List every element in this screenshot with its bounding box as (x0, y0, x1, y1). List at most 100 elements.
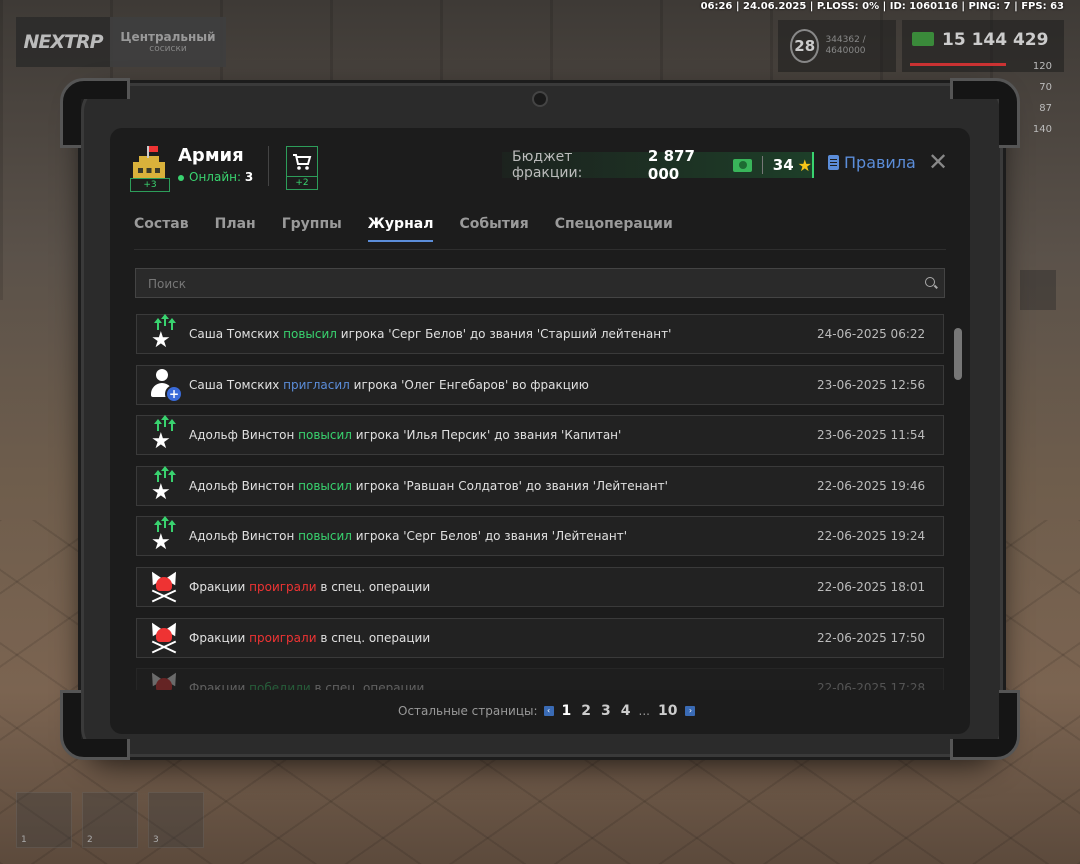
journal-date: 22-06-2025 18:01 (817, 579, 926, 594)
journal-row: ★ Адольф Винстон повысил игрока 'Серг Бел… (136, 516, 944, 557)
slot-number: 2 (87, 835, 93, 845)
tab-bar: Состав План Группы Журнал События Спецоп… (134, 216, 673, 242)
faction-panel: +3 Армия Онлайн: 3 +2 Бюджет фракции: 2 … (110, 128, 970, 734)
pagination: Остальные страницы: ‹ 1 2 3 4 ... 10 › (398, 703, 696, 719)
budget-value: 2 877 000 (647, 147, 695, 183)
tab-groups[interactable]: Группы (282, 216, 342, 242)
journal-row: ★ Саша Томских повысил игрока 'Серг Белов… (136, 314, 944, 354)
journal-detail: игрока 'Илья Персик' до звания 'Капитан' (351, 428, 622, 443)
faction-name: Армия (178, 145, 244, 166)
journal-actor: Саша Томских (189, 377, 284, 392)
status-bar: 06:26 | 24.06.2025 | P.LOSS: 0% | ID: 10… (700, 1, 1064, 12)
journal-text: Саша Томских повысил игрока 'Серг Белов'… (189, 327, 817, 341)
logo-text: NEXTRP (23, 31, 103, 53)
skull-icon (137, 668, 189, 690)
rank-up-icon: ★ (137, 415, 189, 455)
journal-actor: Адольф Винстон (189, 428, 299, 443)
inventory-slots: 1 2 3 (16, 792, 204, 848)
journal-date: 22-06-2025 17:50 (817, 630, 926, 645)
inventory-slot[interactable]: 1 (16, 792, 72, 848)
prev-page-icon[interactable]: ‹ (543, 706, 554, 716)
hud-stat: 120 (1032, 61, 1052, 72)
journal-action: пригласил (283, 377, 350, 392)
journal-action: проиграли (249, 579, 317, 594)
inventory-slot[interactable]: 3 (148, 792, 204, 848)
journal-actor: Фракции (189, 681, 250, 690)
tabs-divider (134, 249, 946, 250)
budget-label: Бюджет фракции: (512, 149, 583, 181)
inventory-slot[interactable]: 2 (82, 792, 138, 848)
server-logo: NEXTRP Центральный сосиски (16, 17, 226, 67)
journal-row: Фракции проиграли в спец. операции 22-06-… (136, 617, 944, 658)
journal-text: Адольф Винстон повысил игрока 'Илья Перс… (189, 428, 817, 442)
journal-text: Саша Томских пригласил игрока 'Олег Енге… (189, 378, 817, 392)
faction-online: Онлайн: 3 (178, 170, 253, 184)
money-value: 15 144 429 (942, 30, 1049, 50)
journal-actor: Фракции (189, 630, 250, 645)
page-link-last[interactable]: 10 (656, 703, 679, 719)
journal-row: Фракции проиграли в спец. операции 22-06-… (136, 566, 944, 607)
journal-detail: игрока 'Равшан Солдатов' до звания 'Лейт… (351, 478, 668, 493)
next-page-icon[interactable]: › (685, 706, 696, 716)
journal-action: повысил (298, 478, 352, 493)
journal-detail: в спец. операции (316, 630, 431, 645)
page-link[interactable]: 3 (599, 703, 613, 719)
journal-detail: игрока 'Серг Белов' до звания 'Старший л… (336, 327, 672, 341)
cash-icon (732, 158, 752, 172)
rank-up-icon: ★ (137, 314, 189, 354)
shop-button[interactable]: +2 (286, 146, 318, 190)
journal-date: 22-06-2025 17:28 (817, 681, 926, 690)
header-divider (268, 146, 269, 186)
journal-action: проиграли (249, 630, 317, 645)
server-info: Центральный сосиски (110, 17, 226, 67)
rules-label: Правила (844, 153, 916, 172)
page-link[interactable]: 2 (579, 703, 593, 719)
hud-level: 28 344362 / 4640000 (778, 20, 896, 72)
tab-sostav[interactable]: Состав (134, 216, 189, 242)
close-button[interactable]: ✕ (926, 150, 950, 174)
skull-icon (137, 618, 189, 658)
journal-detail: в спец. операции (316, 579, 431, 594)
slot-number: 3 (153, 835, 159, 845)
notification-bell-icon[interactable] (1020, 270, 1056, 310)
tab-events[interactable]: События (459, 216, 528, 242)
journal-text: Адольф Винстон повысил игрока 'Серг Бело… (189, 529, 817, 543)
scrollbar-thumb[interactable] (954, 328, 962, 380)
journal-row: ★ Адольф Винстон повысил игрока 'Илья Пер… (136, 415, 944, 456)
tab-journal[interactable]: Журнал (367, 216, 434, 242)
budget-divider (761, 156, 763, 174)
journal-text: Фракции проиграли в спец. операции (189, 631, 817, 645)
journal-action: победили (249, 681, 311, 690)
search-box (135, 268, 945, 299)
online-dot-icon (178, 174, 184, 181)
clipboard-icon (828, 155, 839, 170)
journal-date: 22-06-2025 19:46 (817, 478, 926, 493)
cart-icon (287, 147, 317, 177)
skull-icon (137, 567, 189, 607)
journal-date: 23-06-2025 11:54 (817, 428, 926, 443)
journal-actor: Саша Томских (189, 327, 284, 341)
shop-badge: +2 (287, 176, 317, 189)
journal-date: 22-06-2025 19:24 (817, 529, 926, 544)
slot-number: 1 (21, 835, 27, 845)
journal-text: Фракции победили в спец. операции (189, 681, 817, 690)
server-name: Центральный (120, 30, 216, 44)
tab-plan[interactable]: План (215, 216, 256, 242)
journal-row: Фракции победили в спец. операции 22-06-2… (136, 668, 944, 690)
tab-specops[interactable]: Спецоперации (555, 216, 673, 242)
stars-value: 34 (772, 156, 794, 174)
cash-icon (912, 32, 934, 46)
journal-detail: игрока 'Олег Енгебаров' во фракцию (349, 377, 589, 392)
journal-text: Фракции проиграли в спец. операции (189, 580, 817, 594)
search-input[interactable] (136, 269, 920, 299)
page-link[interactable]: 1 (560, 703, 574, 719)
page-link[interactable]: 4 (619, 703, 633, 719)
journal-action: повысил (298, 529, 352, 544)
journal-action: повысил (298, 428, 352, 443)
journal-date: 23-06-2025 12:56 (817, 377, 926, 392)
search-icon[interactable] (925, 277, 935, 287)
rank-up-icon: ★ (137, 465, 189, 506)
health-bar (910, 63, 1006, 66)
rules-button[interactable]: Правила (828, 153, 916, 172)
journal-row: ★ Адольф Винстон повысил игрока 'Равшан С… (136, 465, 944, 506)
